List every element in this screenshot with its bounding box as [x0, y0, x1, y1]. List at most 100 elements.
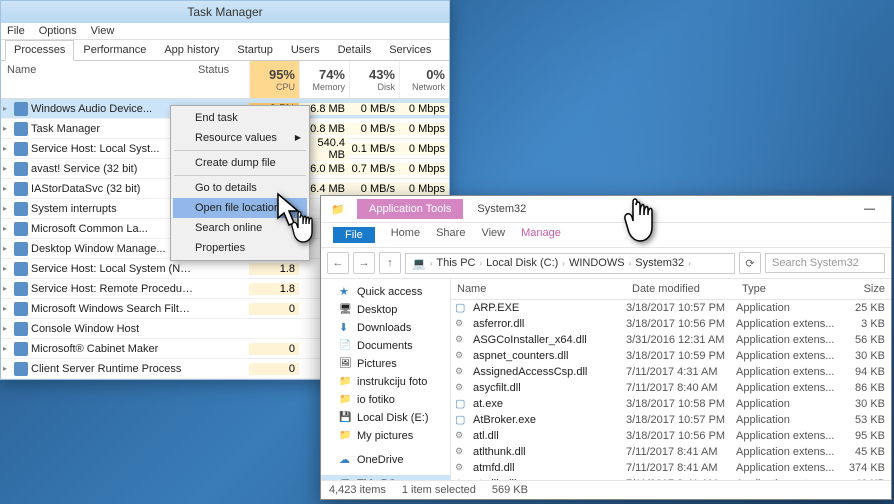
ctx-search-online[interactable]: Search online [173, 218, 307, 238]
tab-processes[interactable]: Processes [5, 40, 74, 61]
col-file-name[interactable]: Name [451, 279, 626, 299]
nav-label: Downloads [357, 322, 411, 334]
nav-onedrive[interactable]: OneDrive [321, 451, 450, 469]
disk-value: 0 MB/s [349, 183, 399, 195]
refresh-button[interactable]: ⟳ [739, 252, 761, 274]
nav-back-button[interactable]: ← [327, 252, 349, 274]
tab-performance[interactable]: Performance [74, 40, 155, 60]
nav-up-button[interactable]: ↑ [379, 252, 401, 274]
ctx-create-dump-file[interactable]: Create dump file [173, 153, 307, 173]
file-name: AtBroker.exe [473, 414, 626, 426]
process-icon [14, 262, 28, 276]
nav-label: OneDrive [357, 454, 403, 466]
file-row[interactable]: aspnet_counters.dll 3/18/2017 10:59 PM A… [451, 348, 891, 364]
col-file-size[interactable]: Size [836, 279, 891, 299]
process-icon [14, 182, 28, 196]
dll-icon [455, 445, 469, 459]
window-title: System32 [463, 199, 540, 219]
search-input[interactable]: Search System32 [765, 253, 885, 273]
dl-icon [339, 321, 353, 335]
nav-documents[interactable]: Documents [321, 337, 450, 355]
dll-icon [455, 349, 469, 363]
file-date: 3/18/2017 10:56 PM [626, 318, 736, 330]
col-status[interactable]: Status [194, 61, 249, 98]
ex-titlebar: 📁 Application Tools System32 — [321, 196, 891, 223]
menu-view[interactable]: View [91, 25, 115, 37]
col-file-type[interactable]: Type [736, 279, 836, 299]
nav-desktop[interactable]: Desktop [321, 301, 450, 319]
file-row[interactable]: atl.dll 3/18/2017 10:56 PM Application e… [451, 428, 891, 444]
file-row[interactable]: AssignedAccessCsp.dll 7/11/2017 4:31 AM … [451, 364, 891, 380]
file-row[interactable]: ASGCoInstaller_x64.dll 3/31/2016 12:31 A… [451, 332, 891, 348]
col-disk[interactable]: 43%Disk [349, 61, 399, 98]
nav-my-pictures[interactable]: My pictures [321, 427, 450, 445]
file-type: Application extens... [736, 462, 836, 474]
ctx-properties[interactable]: Properties [173, 238, 307, 258]
breadcrumb-segment[interactable]: System32 [635, 257, 684, 269]
dll-icon [455, 461, 469, 475]
ribbon-tabs: File Home Share View Manage [321, 223, 891, 248]
nav-local-disk-e-[interactable]: Local Disk (E:) [321, 409, 450, 427]
file-row[interactable]: asferror.dll 3/18/2017 10:56 PM Applicat… [451, 316, 891, 332]
net-value: 0 Mbps [399, 143, 449, 155]
nav-instrukciju-foto[interactable]: instrukciju foto [321, 373, 450, 391]
ribbon-context-tab[interactable]: Application Tools [357, 199, 463, 219]
process-name: Client Server Runtime Process [31, 363, 194, 375]
ctx-resource-values[interactable]: Resource values▶ [173, 128, 307, 148]
ribbon-file[interactable]: File [333, 227, 375, 243]
tab-app-history[interactable]: App history [155, 40, 228, 60]
process-icon [14, 342, 28, 356]
col-network[interactable]: 0%Network [399, 61, 449, 98]
file-size: 86 KB [836, 382, 891, 394]
nav-downloads[interactable]: Downloads [321, 319, 450, 337]
tab-details[interactable]: Details [329, 40, 381, 60]
file-row[interactable]: at.exe 3/18/2017 10:58 PM Application 30… [451, 396, 891, 412]
col-memory[interactable]: 74%Memory [299, 61, 349, 98]
file-type: Application extens... [736, 430, 836, 442]
ctx-open-file-location[interactable]: Open file location [173, 198, 307, 218]
process-icon [14, 302, 28, 316]
col-name[interactable]: Name [1, 61, 194, 98]
ctx-go-to-details[interactable]: Go to details [173, 178, 307, 198]
tab-services[interactable]: Services [380, 40, 440, 60]
process-icon [14, 102, 28, 116]
breadcrumb[interactable]: 💻 › This PC›Local Disk (C:)›WINDOWS›Syst… [405, 253, 735, 274]
col-file-date[interactable]: Date modified [626, 279, 736, 299]
menu-file[interactable]: File [7, 25, 25, 37]
nav-quick-access[interactable]: Quick access [321, 283, 450, 301]
nav-label: instrukciju foto [357, 376, 427, 388]
tab-users[interactable]: Users [282, 40, 329, 60]
breadcrumb-segment[interactable]: This PC [436, 257, 475, 269]
dll-icon [455, 429, 469, 443]
file-row[interactable]: ARP.EXE 3/18/2017 10:57 PM Application 2… [451, 300, 891, 316]
ribbon-manage[interactable]: Manage [521, 227, 561, 243]
menu-options[interactable]: Options [39, 25, 77, 37]
file-type: Application [736, 302, 836, 314]
file-date: 7/11/2017 4:31 AM [626, 366, 736, 378]
drv-icon [339, 411, 353, 425]
file-row[interactable]: atlthunk.dll 7/11/2017 8:41 AM Applicati… [451, 444, 891, 460]
file-size: 53 KB [836, 414, 891, 426]
nav-io-fotiko[interactable]: io fotiko [321, 391, 450, 409]
minimize-button[interactable]: — [854, 203, 885, 215]
process-icon [14, 142, 28, 156]
file-row[interactable]: atmfd.dll 7/11/2017 8:41 AM Application … [451, 460, 891, 476]
breadcrumb-segment[interactable]: Local Disk (C:) [486, 257, 558, 269]
file-row[interactable]: asycfilt.dll 7/11/2017 8:40 AM Applicati… [451, 380, 891, 396]
nav-label: Documents [357, 340, 413, 352]
file-name: asycfilt.dll [473, 382, 626, 394]
nav-pane: Quick accessDesktop Downloads Documents Pic… [321, 279, 451, 480]
col-cpu[interactable]: 95%CPU [249, 61, 299, 98]
nav-pictures[interactable]: Pictures [321, 355, 450, 373]
tab-startup[interactable]: Startup [228, 40, 281, 60]
nav-forward-button[interactable]: → [353, 252, 375, 274]
breadcrumb-segment[interactable]: WINDOWS [569, 257, 625, 269]
file-date: 3/18/2017 10:56 PM [626, 430, 736, 442]
process-icon [14, 162, 28, 176]
ribbon-home[interactable]: Home [391, 227, 420, 243]
ctx-end-task[interactable]: End task [173, 108, 307, 128]
ribbon-share[interactable]: Share [436, 227, 465, 243]
process-icon [14, 362, 28, 376]
file-row[interactable]: AtBroker.exe 3/18/2017 10:57 PM Applicat… [451, 412, 891, 428]
ribbon-view[interactable]: View [481, 227, 505, 243]
